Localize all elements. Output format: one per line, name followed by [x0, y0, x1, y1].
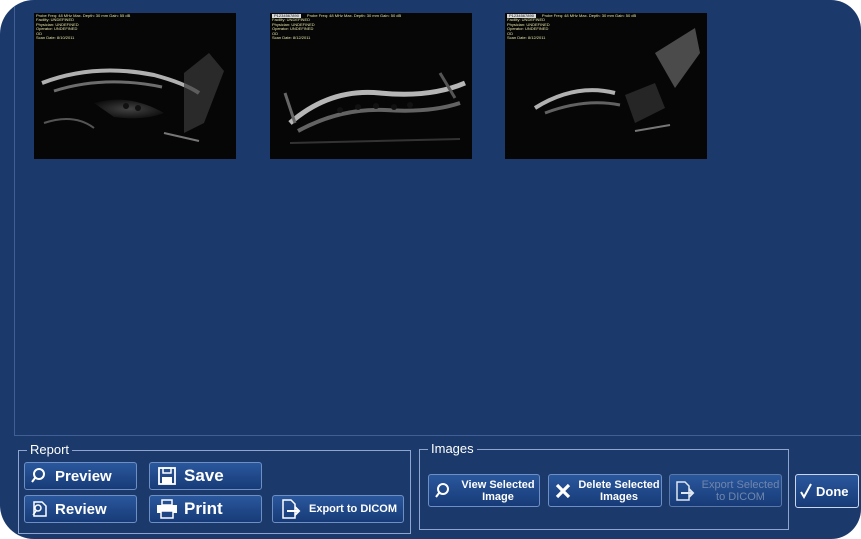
view-selected-image-label: View Selected Image [457, 479, 539, 503]
export-arrow-icon [273, 499, 309, 519]
review-label: Review [55, 500, 107, 518]
app-window: Probe Freq: 48 MHz Max. Depth: 30 mm Gai… [0, 0, 861, 539]
export-to-dicom-label: Export to DICOM [309, 503, 397, 515]
export-to-dicom-button[interactable]: Export to DICOM [272, 495, 404, 523]
printer-icon [150, 499, 184, 519]
close-x-icon [549, 482, 577, 500]
delete-selected-images-label: Delete Selected Images [577, 479, 661, 503]
review-button[interactable]: Review [24, 495, 137, 523]
image-overlay-text: P1234567890 Probe Freq: 48 MHz Max. Depth… [507, 13, 637, 41]
magnifier-icon [25, 467, 55, 485]
print-button[interactable]: Print [149, 495, 262, 523]
done-button[interactable]: Done [795, 474, 859, 508]
view-selected-image-button[interactable]: View Selected Image [428, 474, 540, 507]
report-group-title: Report [27, 442, 73, 458]
preview-label: Preview [55, 467, 112, 485]
delete-selected-line2: Images [600, 490, 638, 503]
view-selected-line1: View Selected [461, 478, 535, 491]
print-label: Print [184, 499, 223, 518]
checkmark-icon [796, 482, 816, 500]
export-selected-to-dicom-label: Export Selected to DICOM [700, 479, 781, 503]
save-button[interactable]: Save [149, 462, 262, 490]
save-label: Save [184, 466, 224, 485]
scan-date-text: Scan Date: 8/10/2011 [36, 35, 75, 41]
view-selected-line2: Image [482, 490, 514, 503]
done-label: Done [816, 483, 849, 499]
image-overlay-text: P1234567890 Probe Freq: 48 MHz Max. Depth… [272, 13, 402, 41]
ultrasound-image-2[interactable]: P1234567890 Probe Freq: 48 MHz Max. Depth… [270, 13, 472, 159]
export-selected-to-dicom-button[interactable]: Export Selected to DICOM [669, 474, 782, 507]
scan-date-text: Scan Date: 8/12/2011 [507, 35, 546, 41]
image-acquisition-info: Probe Freq: 48 MHz Max. Depth: 30 mm Gai… [306, 13, 402, 18]
ultrasound-image-1[interactable]: Probe Freq: 48 MHz Max. Depth: 30 mm Gai… [34, 13, 236, 159]
export-arrow-icon [670, 480, 700, 501]
export-selected-line1: Export Selected [701, 478, 780, 491]
delete-selected-line1: Delete Selected [578, 478, 660, 491]
image-overlay-text: Probe Freq: 48 MHz Max. Depth: 30 mm Gai… [36, 13, 130, 41]
ultrasound-image-3[interactable]: P1234567890 Probe Freq: 48 MHz Max. Depth… [505, 13, 707, 159]
floppy-disk-icon [150, 466, 184, 486]
scan-date-text: Scan Date: 8/12/2011 [272, 35, 311, 41]
images-group-title: Images [428, 441, 477, 457]
delete-selected-images-button[interactable]: Delete Selected Images [548, 474, 662, 507]
image-acquisition-info: Probe Freq: 48 MHz Max. Depth: 30 mm Gai… [541, 13, 637, 18]
export-selected-line2: to DICOM [716, 490, 765, 503]
preview-button[interactable]: Preview [24, 462, 137, 490]
review-document-icon [25, 500, 55, 518]
magnifier-icon [429, 482, 457, 500]
